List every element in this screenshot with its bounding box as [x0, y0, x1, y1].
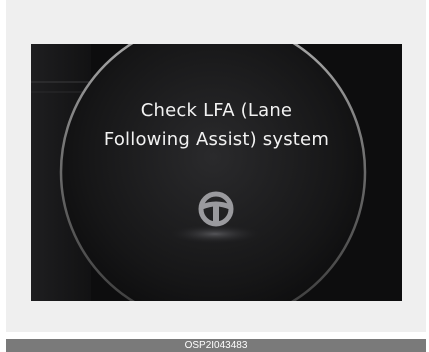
- cluster-display: Check LFA (Lane Following Assist) system: [31, 44, 402, 301]
- manual-figure: Check LFA (Lane Following Assist) system…: [0, 0, 429, 352]
- figure-caption-bar: OSP2I043483: [6, 339, 426, 352]
- steering-wheel-icon: [198, 191, 234, 227]
- figure-code: OSP2I043483: [184, 340, 248, 351]
